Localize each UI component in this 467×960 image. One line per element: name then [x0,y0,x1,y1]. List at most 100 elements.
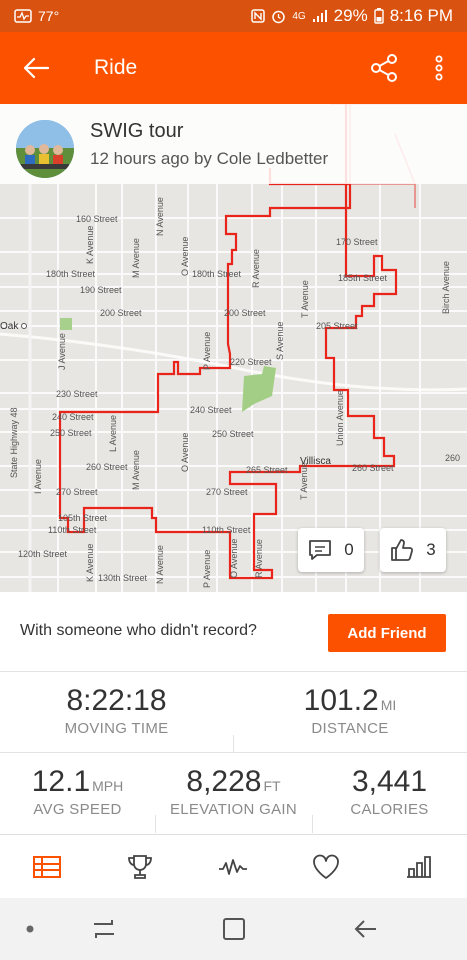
street-label: 110th Street [202,525,251,535]
street-label: 260 [445,453,461,463]
elevation-value: 8,228 [186,765,262,798]
tab-segments[interactable] [372,835,465,899]
comment-icon [309,540,332,560]
app-bar: Ride [0,32,467,104]
analysis-icon [218,859,247,875]
street-label: 120th Street [18,549,68,559]
tab-relative-effort[interactable] [279,835,372,899]
temperature-text: 77° [38,8,60,24]
back-icon [354,920,376,938]
avenue-label: M Avenue [131,238,141,278]
dot-icon [26,925,34,933]
recents-icon [94,920,114,938]
street-label: 230 Street [56,389,98,399]
stat-moving-time: 8:22:18 MOVING TIME [0,684,233,737]
nav-dot-button[interactable] [0,898,70,960]
avenue-label: O Avenue [180,432,190,472]
back-button[interactable] [0,32,72,104]
overview-icon [32,856,61,878]
avenue-label: J Avenue [57,333,67,370]
street-label: 260 Street [352,463,394,473]
tab-bar [0,834,467,898]
system-back-button[interactable] [326,898,406,960]
stat-distance: 101.2 MI DISTANCE [233,684,467,737]
street-label: 170 Street [336,237,378,247]
distance-unit: MI [380,697,397,713]
avenue-label: I Avenue [33,459,43,494]
street-label: 130th Street [98,573,148,583]
moving-time-label: MOVING TIME [64,720,169,737]
activity-app-icon [14,9,32,23]
calories-label: CALORIES [350,801,429,818]
stat-avg-speed: 12.1 MPH AVG SPEED [0,765,155,818]
comments-button[interactable]: 0 [298,528,364,572]
battery-icon [373,8,384,24]
avenue-label: S Avenue [275,321,285,360]
avenue-label: L Avenue [108,414,118,452]
street-label: 180th Street [192,269,242,279]
home-icon [223,918,245,940]
street-label: 110th Street [48,525,97,535]
back-arrow-icon [23,57,50,79]
tab-achievements[interactable] [93,835,186,899]
place-label: Oak [0,321,19,332]
avenue-label: Union Avenue [335,390,345,446]
alarm-icon [271,9,286,24]
avenue-label: T Avenue [300,280,310,318]
avenue-label: Birch Avenue [441,261,451,314]
page-title: Ride [94,56,138,79]
stat-divider [155,815,156,833]
group-photo-icon [16,120,74,178]
street-label: 205 Street [316,321,358,331]
kudos-button[interactable]: 3 [380,528,446,572]
kudos-count: 3 [426,540,436,559]
street-label: 180th Street [46,269,96,279]
recents-button[interactable] [64,898,144,960]
street-label: 160 Street [76,214,118,224]
share-button[interactable] [364,50,404,86]
thumbs-up-icon [391,539,414,561]
signal-icon [312,9,328,23]
battery-percent: 29% [333,6,368,25]
tab-overview[interactable] [0,835,93,899]
avg-speed-value: 12.1 [31,765,91,798]
stat-divider [312,815,313,833]
add-friend-button[interactable]: Add Friend [328,614,446,652]
activity-title: SWIG tour [90,120,184,142]
street-label: 185th Street [338,273,388,283]
street-label: 105th Street [58,513,108,523]
street-label: 260 Street [86,462,128,472]
clock: 8:16 PM [389,6,453,25]
avenue-label: T Avenue [299,462,309,500]
street-label: 270 Street [206,487,248,497]
activity-subtitle: 12 hours ago by Cole Ledbetter [90,149,329,168]
home-button[interactable] [194,898,274,960]
friend-prompt-text: With someone who didn't record? [20,622,257,639]
avenue-label: O Avenue [180,236,190,276]
street-label: 270 Street [56,487,98,497]
system-nav-bar [0,898,467,960]
calories-value: 3,441 [351,765,428,798]
distance-value: 101.2 [303,684,379,717]
street-label: 265 Street [246,465,288,475]
avenue-label: N Avenue [155,545,165,584]
share-icon [371,54,397,82]
tab-analysis[interactable] [186,835,279,899]
stat-divider [233,735,234,753]
avenue-label: K Avenue [85,225,95,264]
more-options-button[interactable] [424,50,454,86]
distance-label: DISTANCE [311,720,389,737]
avenue-label: K Avenue [85,543,95,582]
avenue-label: P Avenue [202,331,212,370]
street-label: 250 Street [212,429,254,439]
elevation-label: ELEVATION GAIN [169,801,297,818]
avenue-label: M Avenue [131,450,141,490]
street-label: 240 Street [52,412,94,422]
comments-count: 0 [344,540,354,559]
avg-speed-label: AVG SPEED [33,801,122,818]
trophy-icon [127,855,152,879]
network-type: 4G [292,10,306,22]
avenue-label: P Avenue [202,549,212,588]
avatar[interactable] [16,120,74,178]
street-label: 220 Street [230,357,272,367]
